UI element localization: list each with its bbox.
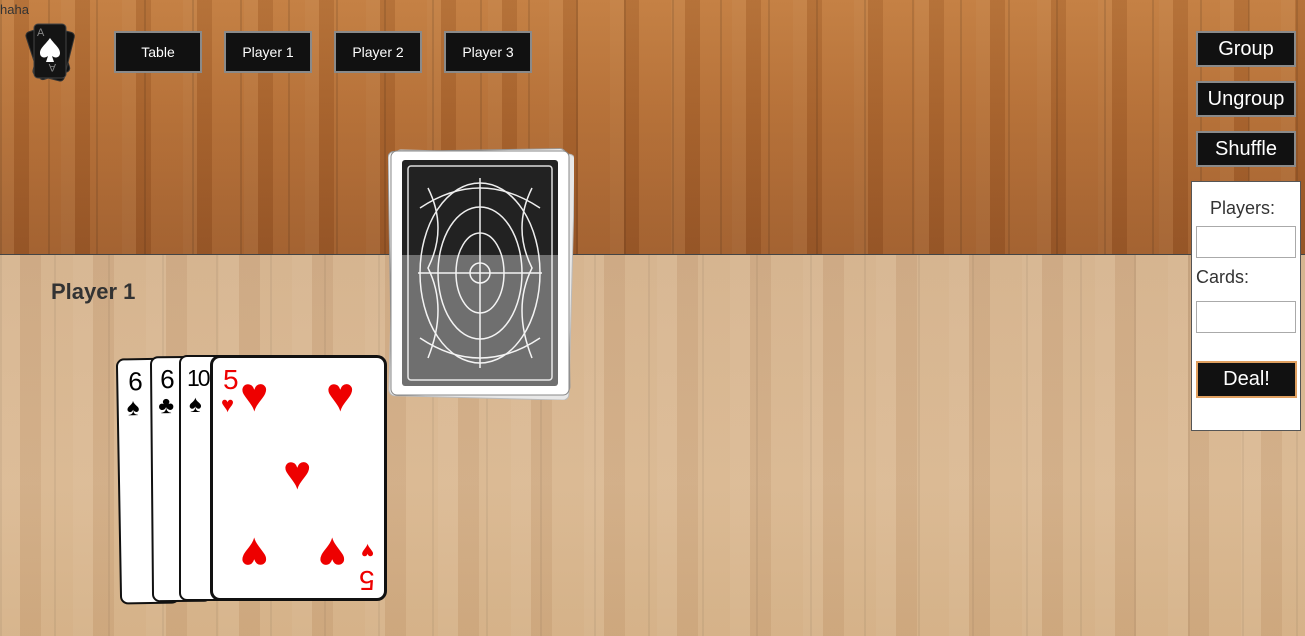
tab-table[interactable]: Table (114, 31, 202, 73)
cards-label: Cards: (1196, 267, 1250, 287)
card-rank: 5 (359, 565, 375, 596)
hand-card-5-hearts[interactable]: 5 ♥ ♥ ♥ ♥ ♥ ♥ ♥ 5 (210, 355, 387, 601)
card-back-icon[interactable] (387, 148, 576, 401)
heart-icon: ♥ (240, 527, 269, 580)
heart-icon: ♥ (283, 447, 312, 500)
heart-icon: ♥ (361, 539, 375, 564)
deal-button[interactable]: Deal! (1196, 361, 1297, 398)
tab-player-1[interactable]: Player 1 (224, 31, 312, 73)
group-button[interactable]: Group (1196, 31, 1296, 67)
spade-icon: ♠ (126, 394, 140, 422)
spade-icon: ♠ (189, 391, 202, 418)
heart-icon: ♥ (240, 369, 269, 422)
tab-player-3[interactable]: Player 3 (444, 31, 532, 73)
tab-player-2[interactable]: Player 2 (334, 31, 422, 73)
ace-of-spades-logo-icon: A A (18, 20, 84, 84)
debug-text: haha (0, 2, 29, 17)
shuffle-button[interactable]: Shuffle (1196, 131, 1296, 167)
player-area-title: Player 1 (51, 279, 136, 304)
players-label: Players: (1210, 198, 1276, 218)
heart-icon: ♥ (318, 527, 347, 580)
heart-icon: ♥ (326, 369, 355, 422)
svg-text:A: A (37, 27, 45, 39)
players-input[interactable] (1196, 226, 1296, 258)
svg-text:A: A (48, 61, 56, 73)
card-rank: 6 (159, 364, 175, 395)
card-rank: 6 (127, 366, 143, 397)
deal-panel: Players: Cards: Deal! (1191, 181, 1301, 431)
club-icon: ♣ (158, 392, 175, 420)
card-rank: 10 (187, 365, 211, 391)
heart-icon: ♥ (221, 392, 235, 417)
ungroup-button[interactable]: Ungroup (1196, 81, 1296, 117)
cards-input[interactable] (1196, 301, 1296, 333)
